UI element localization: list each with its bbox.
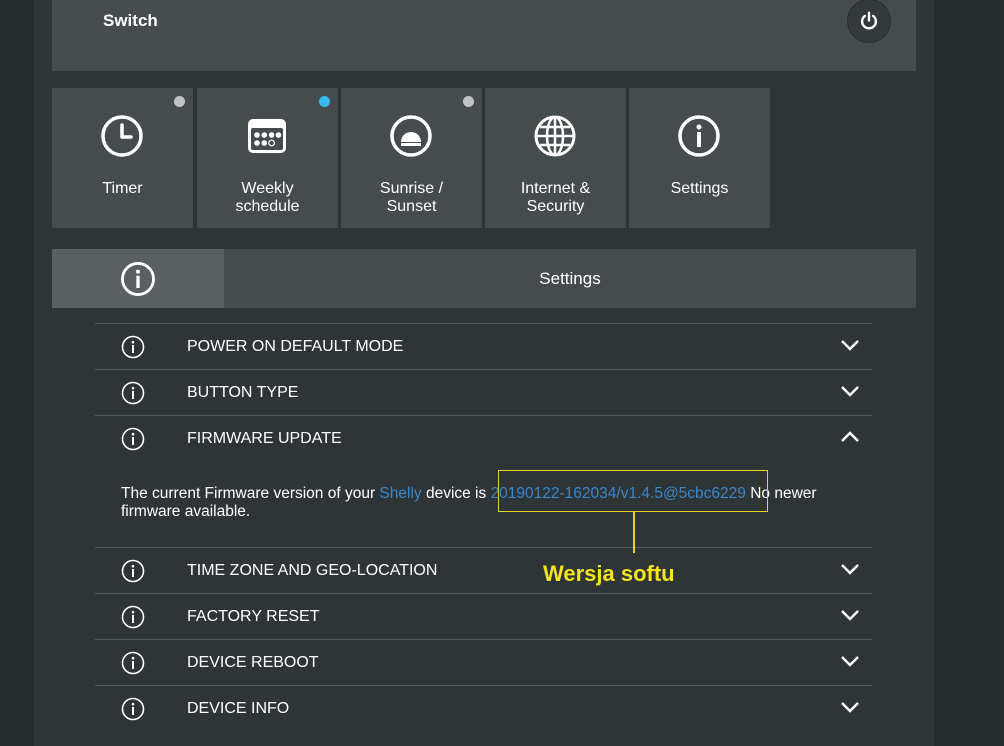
- tile-status-dot: [319, 96, 330, 107]
- tile-internet-security[interactable]: Internet & Security: [485, 88, 626, 228]
- row-label: FACTORY RESET: [187, 608, 320, 625]
- info-icon: [121, 651, 145, 675]
- row-label: POWER ON DEFAULT MODE: [187, 338, 404, 355]
- row-label: DEVICE REBOOT: [187, 654, 319, 671]
- chevron-down-icon: [841, 656, 859, 667]
- tile-label: Weekly schedule: [235, 180, 300, 215]
- info-icon: [121, 559, 145, 583]
- info-icon: [121, 427, 145, 451]
- info-icon: [121, 261, 155, 296]
- settings-list: POWER ON DEFAULT MODE BUTTON TYPE FIRMWA…: [95, 323, 872, 731]
- chevron-down-icon: [841, 610, 859, 621]
- annotation-line: [633, 512, 635, 553]
- chevron-down-icon: [841, 564, 859, 575]
- device-title: Switch: [103, 11, 158, 30]
- tile-timer[interactable]: Timer: [52, 88, 193, 228]
- row-power-on-default-mode[interactable]: POWER ON DEFAULT MODE: [95, 323, 872, 369]
- settings-title: Settings: [539, 269, 601, 288]
- tile-settings[interactable]: Settings: [629, 88, 770, 228]
- chevron-down-icon: [841, 702, 859, 713]
- power-button[interactable]: [848, 0, 890, 42]
- tile-status-dot: [463, 96, 474, 107]
- tile-sunrise-sunset[interactable]: Sunrise / Sunset: [341, 88, 482, 228]
- row-factory-reset[interactable]: FACTORY RESET: [95, 593, 872, 639]
- tile-label: Settings: [670, 180, 729, 197]
- calendar-icon: [248, 119, 286, 153]
- row-button-type[interactable]: BUTTON TYPE: [95, 369, 872, 415]
- sunrise-icon: [390, 115, 432, 157]
- row-label: DEVICE INFO: [187, 700, 290, 717]
- row-label: TIME ZONE AND GEO-LOCATION: [187, 562, 438, 579]
- annotation-box: [498, 470, 768, 512]
- settings-icon-cell: [52, 249, 224, 308]
- chevron-down-icon: [841, 386, 859, 397]
- chevron-up-icon: [841, 431, 859, 442]
- info-icon: [121, 335, 145, 359]
- info-icon: [121, 605, 145, 629]
- tile-label: Sunrise / Sunset: [379, 180, 444, 215]
- chevron-down-icon: [841, 340, 859, 351]
- row-device-reboot[interactable]: DEVICE REBOOT: [95, 639, 872, 685]
- power-icon: [860, 11, 878, 30]
- tile-weekly-schedule[interactable]: Weekly schedule: [197, 88, 338, 228]
- info-icon: [121, 697, 145, 721]
- tile-label: Timer: [102, 180, 143, 197]
- tile-status-dot: [174, 96, 185, 107]
- shelly-link[interactable]: Shelly: [379, 485, 421, 502]
- firmware-text-before: The current Firmware version of your: [121, 485, 380, 502]
- info-icon: [678, 115, 720, 157]
- row-label: BUTTON TYPE: [187, 384, 299, 401]
- row-label: FIRMWARE UPDATE: [187, 430, 342, 447]
- firmware-text-middle: device is: [421, 485, 491, 502]
- annotation-label: Wersja softu: [543, 561, 675, 586]
- globe-icon: [534, 115, 576, 157]
- row-device-info[interactable]: DEVICE INFO: [95, 685, 872, 731]
- info-icon: [121, 381, 145, 405]
- clock-icon: [101, 115, 143, 157]
- settings-section-header: Settings: [52, 249, 916, 308]
- tile-label: Internet & Security: [520, 180, 591, 215]
- device-header: Switch: [52, 0, 916, 71]
- row-time-zone-geo-location[interactable]: TIME ZONE AND GEO-LOCATION: [95, 547, 872, 593]
